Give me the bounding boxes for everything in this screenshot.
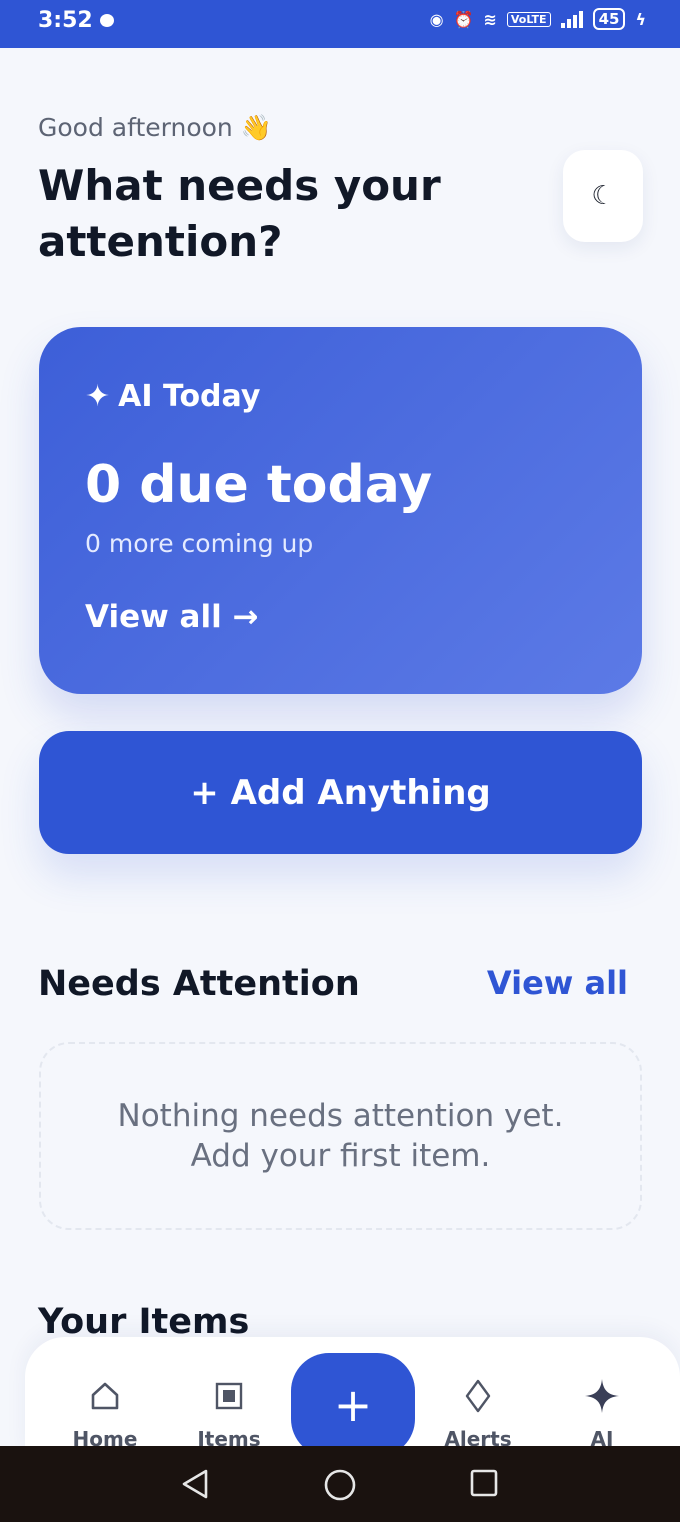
alarm-icon: ⏰ [453,9,474,29]
items-icon [184,1377,274,1415]
eye-icon: ◉ [429,9,444,29]
status-bar: 3:52 ◉ ⏰ ≋ VoLTE 45 ϟ [0,0,680,48]
recents-button[interactable] [469,1468,499,1502]
ai-today-label: AI Today [118,379,261,414]
nav-items[interactable]: Items [184,1377,274,1451]
system-navigation-bar [0,1446,680,1522]
greeting-text: Good afternoon 👋 [38,113,272,142]
nav-alerts[interactable]: Alerts [433,1377,523,1451]
bottom-navigation: Home Items + Alerts AI [25,1337,680,1457]
empty-state-line-2: Add your first item. [190,1138,491,1174]
ai-today-card[interactable]: ✦ AI Today 0 due today 0 more coming up … [39,327,642,694]
volte-indicator: VoLTE [506,11,551,27]
sparkle-icon [557,1377,647,1415]
charging-icon: ϟ [635,9,646,29]
wifi-icon: ≋ [483,9,497,29]
needs-attention-view-all-link[interactable]: View all [487,964,628,1002]
sparkle-icon: ✦ [85,379,111,414]
needs-attention-empty-state: Nothing needs attention yet. Add your fi… [39,1042,642,1230]
due-today-count: 0 due today [85,455,433,515]
status-icons: ◉ ⏰ ≋ VoLTE 45 ϟ [430,8,646,30]
nav-ai[interactable]: AI [557,1377,647,1451]
alerts-icon [433,1377,523,1415]
ai-view-all-link[interactable]: View all → [85,599,258,635]
status-time: 3:52 [38,8,93,33]
back-button[interactable] [180,1468,210,1504]
signal-icon [560,10,583,28]
your-items-title: Your Items [38,1302,250,1342]
coming-up-text: 0 more coming up [85,529,314,558]
ai-today-label-row: ✦ AI Today [85,379,260,414]
add-anything-button[interactable]: + Add Anything [39,731,642,854]
empty-state-line-1: Nothing needs attention yet. [117,1098,564,1134]
fab-add-button[interactable]: + [291,1353,415,1457]
home-icon [60,1377,150,1415]
message-notification-icon [100,14,114,27]
page-title: What needs your attention? [38,161,441,266]
nav-home[interactable]: Home [60,1377,150,1451]
battery-indicator: 45 [592,8,626,30]
moon-icon: ☾ [591,181,615,211]
needs-attention-title: Needs Attention [38,964,360,1004]
theme-toggle-button[interactable]: ☾ [563,150,643,242]
home-button[interactable] [323,1468,357,1506]
